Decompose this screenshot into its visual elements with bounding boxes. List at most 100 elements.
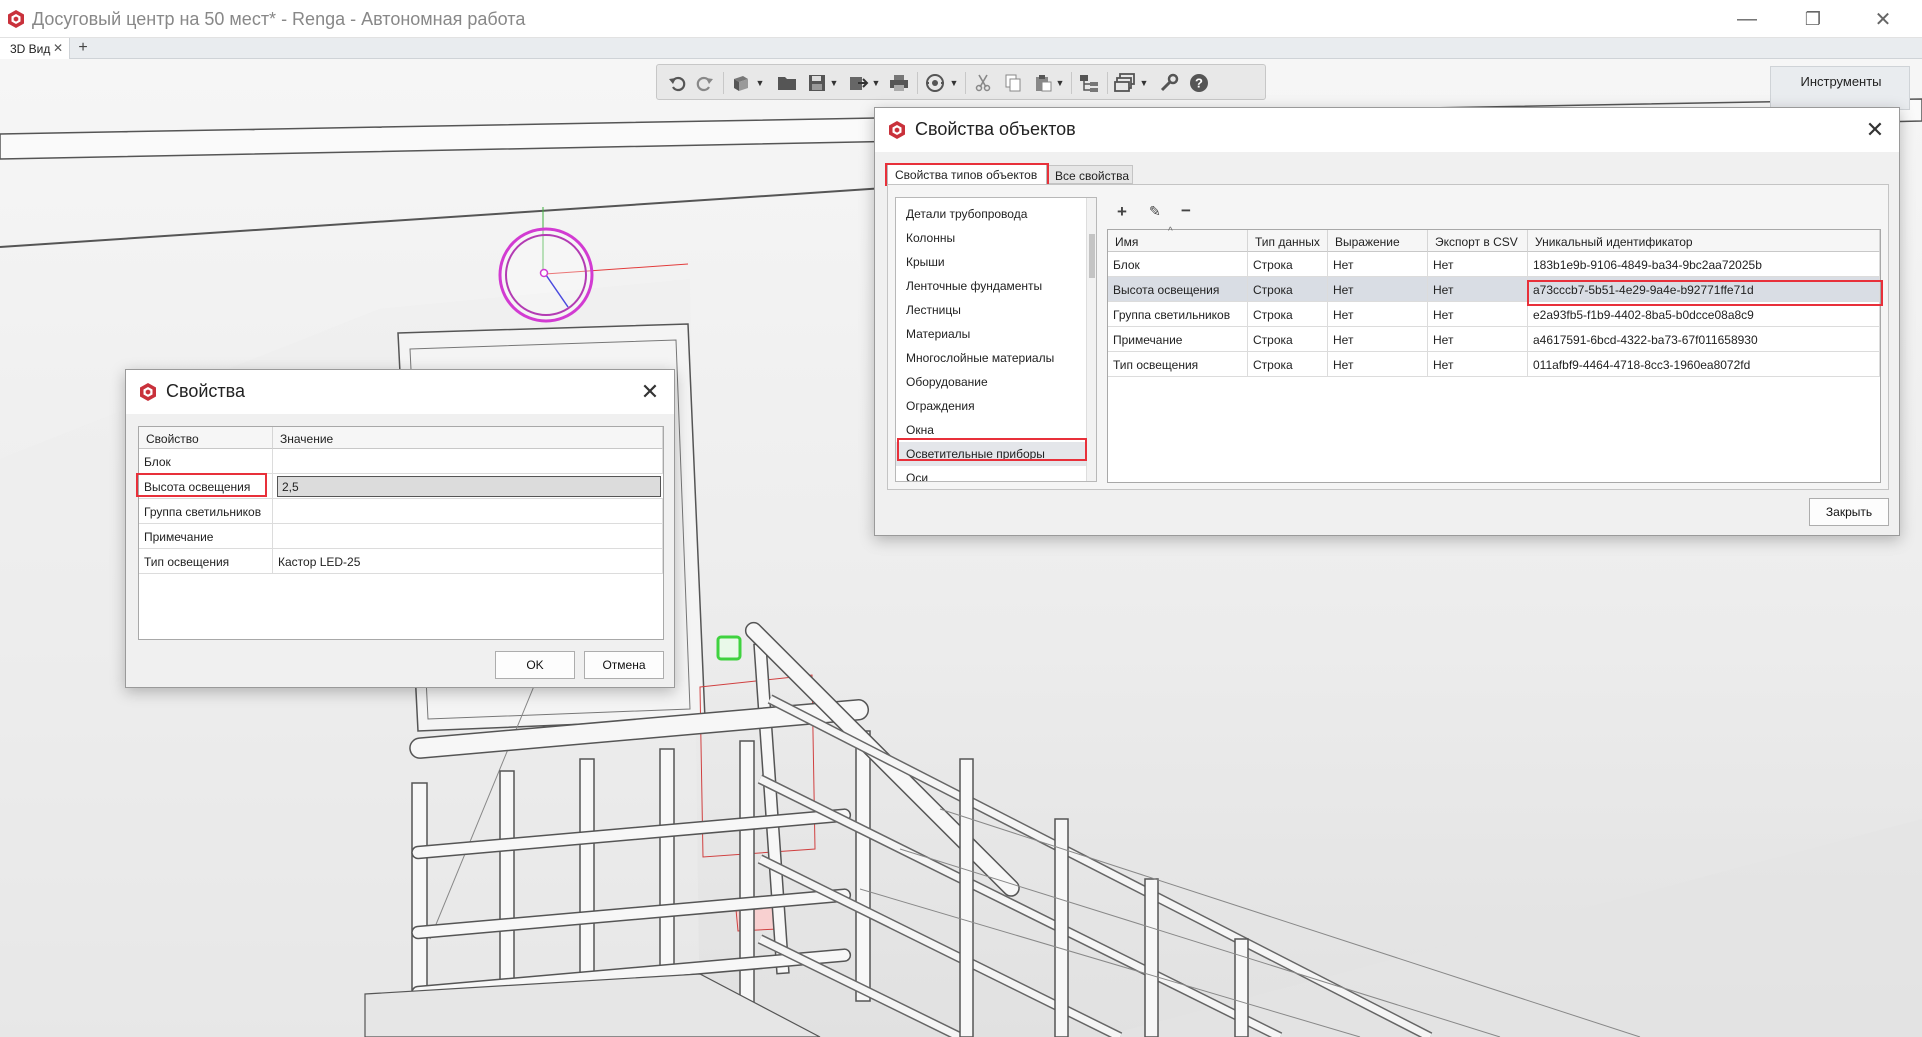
property-value[interactable] [273, 524, 663, 549]
close-icon[interactable]: ✕ [636, 378, 664, 406]
toolbar-separator [965, 72, 966, 94]
window-title: Досуговый центр на 50 мест* - Renga - Ав… [32, 9, 526, 29]
add-tab-button[interactable]: + [74, 39, 92, 57]
save-dropdown-icon[interactable]: ▼ [829, 75, 839, 91]
category-item[interactable]: Колонны [896, 226, 1086, 250]
remove-property-icon[interactable]: − [1181, 201, 1197, 220]
layers-dropdown-icon[interactable]: ▼ [1139, 75, 1149, 91]
layers-icon[interactable] [1113, 71, 1137, 95]
property-value[interactable] [273, 499, 663, 524]
tab-type-properties[interactable]: Свойства типов объектов [887, 164, 1047, 184]
instruments-panel[interactable]: Инструменты [1770, 66, 1910, 110]
cell-expr: Нет [1328, 352, 1428, 377]
cut-icon[interactable] [971, 71, 995, 95]
cell-uid: a73cccb7-5b51-4e29-9a4e-b92771ffe71d [1528, 277, 1880, 302]
property-value[interactable] [273, 449, 663, 474]
cell-csv: Нет [1428, 302, 1528, 327]
tab-all-properties[interactable]: Все свойства [1047, 165, 1133, 184]
dialog-header: Свойства объектов ✕ [875, 108, 1899, 152]
cell-type: Строка [1248, 277, 1328, 302]
dialog-title: Свойства объектов [915, 119, 1076, 139]
toolbar-separator [1071, 72, 1072, 94]
object-properties-dialog: Свойства объектов ✕ Свойства типов объек… [874, 107, 1900, 536]
undo-icon[interactable] [665, 71, 689, 95]
category-item[interactable]: Окна [896, 418, 1086, 442]
cell-type: Строка [1248, 252, 1328, 277]
cell-csv: Нет [1428, 277, 1528, 302]
category-item[interactable]: Детали трубопровода [896, 202, 1086, 226]
cell-name: Примечание [1108, 327, 1248, 352]
col-header-type[interactable]: Тип данных [1248, 230, 1328, 252]
cell-uid: 011afbf9-4464-4718-8cc3-1960ea8072fd [1528, 352, 1880, 377]
wrench-icon[interactable] [1157, 71, 1181, 95]
table-row[interactable]: Примечание Строка Нет Нет a4617591-6bcd-4322… [1108, 327, 1880, 352]
print-icon[interactable] [887, 71, 911, 95]
export-dropdown-icon[interactable]: ▼ [871, 75, 881, 91]
category-scrollbar[interactable] [1086, 198, 1096, 481]
add-property-icon[interactable]: + [1117, 202, 1133, 221]
cell-expr: Нет [1328, 277, 1428, 302]
restore-button[interactable]: ❐ [1782, 0, 1844, 38]
cell-name: Блок [1108, 252, 1248, 277]
col-header-expression[interactable]: Выражение [1328, 230, 1428, 252]
property-value-input[interactable]: 2,5 [277, 476, 661, 497]
orbit-icon[interactable] [923, 71, 947, 95]
orbit-dropdown-icon[interactable]: ▼ [949, 75, 959, 91]
open-folder-icon[interactable] [775, 71, 799, 95]
col-header-csv[interactable]: Экспорт в CSV [1428, 230, 1528, 252]
table-row[interactable]: Группа светильников Строка Нет Нет e2a93fb5-… [1108, 302, 1880, 327]
paste-dropdown-icon[interactable]: ▼ [1055, 75, 1065, 91]
cancel-button[interactable]: Отмена [584, 651, 664, 679]
close-tab-icon[interactable]: ✕ [53, 41, 63, 55]
table-row[interactable]: Тип освещения Строка Нет Нет 011afbf9-4464-4… [1108, 352, 1880, 377]
category-item[interactable]: Крыши [896, 250, 1086, 274]
table-row[interactable]: Блок Строка Нет Нет 183b1e9b-9106-4849-ba34-… [1108, 252, 1880, 277]
close-window-button[interactable]: ✕ [1852, 0, 1914, 38]
category-item[interactable]: Осветительные приборы [896, 442, 1086, 466]
minimize-button[interactable]: — [1716, 0, 1778, 38]
paste-icon[interactable] [1031, 71, 1055, 95]
property-row[interactable]: Группа светильников [139, 499, 663, 524]
category-item[interactable]: Многослойные материалы [896, 346, 1086, 370]
cell-name: Тип освещения [1108, 352, 1248, 377]
redo-icon[interactable] [693, 71, 717, 95]
help-icon[interactable]: ? [1187, 71, 1211, 95]
category-item[interactable]: Оборудование [896, 370, 1086, 394]
view-cube-icon[interactable] [729, 71, 753, 95]
ok-button[interactable]: OK [495, 651, 575, 679]
category-item[interactable]: Материалы [896, 322, 1086, 346]
cell-name: Высота освещения [1108, 277, 1248, 302]
tab-strip: 3D Вид ✕ + [0, 38, 1922, 59]
property-row[interactable]: Тип освещения Кастор LED-25 [139, 549, 663, 574]
property-row[interactable]: Блок [139, 449, 663, 474]
edit-property-icon[interactable]: ✎ [1149, 203, 1165, 221]
cell-csv: Нет [1428, 252, 1528, 277]
category-item[interactable]: Ленточные фундаменты [896, 274, 1086, 298]
property-name: Группа светильников [139, 499, 273, 524]
view-dropdown-icon[interactable]: ▼ [755, 75, 765, 91]
property-row[interactable]: Высота освещения 2,5 [139, 474, 663, 499]
tab-3d-view[interactable]: 3D Вид ✕ [0, 38, 70, 59]
save-icon[interactable] [805, 71, 829, 95]
close-icon[interactable]: ✕ [1861, 116, 1889, 144]
category-item[interactable]: Лестницы [896, 298, 1086, 322]
col-header-uid[interactable]: Уникальный идентификатор [1528, 230, 1880, 252]
col-header-name[interactable]: Имя [1108, 230, 1248, 252]
category-item[interactable]: Ограждения [896, 394, 1086, 418]
category-item[interactable]: Оси [896, 466, 1086, 481]
property-table: Имя Тип данных Выражение Экспорт в CSV У… [1107, 226, 1881, 483]
roof-line [0, 186, 901, 248]
object-structure-icon[interactable] [1077, 71, 1101, 95]
close-dialog-button[interactable]: Закрыть [1809, 498, 1889, 526]
export-icon[interactable] [847, 71, 871, 95]
scrollbar-thumb[interactable] [1089, 234, 1095, 278]
property-value[interactable]: Кастор LED-25 [273, 549, 663, 574]
property-name: Блок [139, 449, 273, 474]
table-row[interactable]: Высота освещения Строка Нет Нет a73cccb7-5b5… [1108, 277, 1880, 302]
property-row[interactable]: Примечание [139, 524, 663, 549]
renga-logo-icon [889, 121, 905, 139]
category-list[interactable]: Детали трубопровода Колонны Крыши Ленточные… [895, 197, 1097, 482]
tab-label: 3D Вид [10, 42, 51, 56]
copy-icon[interactable] [1001, 71, 1025, 95]
stair-railing [744, 621, 1433, 1037]
